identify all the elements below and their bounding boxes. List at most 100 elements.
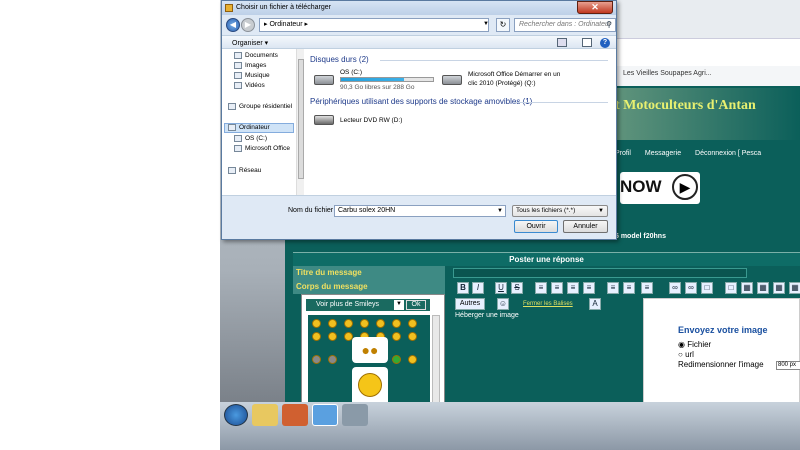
message-title-input[interactable] xyxy=(453,268,747,278)
drive-q-name-line2: clic 2010 (Protégé) (Q:) xyxy=(468,80,536,87)
tree-item-homegroup[interactable]: Groupe résidentiel xyxy=(228,102,292,112)
resize-select[interactable]: 800 px xyxy=(776,361,800,370)
tree-scrollbar[interactable] xyxy=(296,49,304,195)
bold-button[interactable]: B xyxy=(457,282,469,294)
smiley-icon[interactable] xyxy=(408,332,417,341)
smiley-icon[interactable] xyxy=(328,355,337,364)
extra-button[interactable]: ▦ xyxy=(789,282,800,294)
smiley-icon[interactable] xyxy=(376,319,385,328)
search-input[interactable]: Rechercher dans : Ordinateur ⚲ xyxy=(514,18,616,32)
app-taskbar-icon[interactable] xyxy=(342,404,368,426)
refresh-icon[interactable]: ↻ xyxy=(496,18,510,32)
strike-button[interactable]: S xyxy=(511,282,523,294)
view-options-icon[interactable] xyxy=(557,38,567,47)
tree-item-microsoft-office[interactable]: Microsoft Office xyxy=(234,144,290,154)
ie-taskbar-icon[interactable] xyxy=(312,404,338,426)
unlink-button[interactable]: ∞ xyxy=(685,282,697,294)
forward-icon[interactable]: ▶ xyxy=(241,18,255,32)
underline-button[interactable]: U xyxy=(495,282,507,294)
link-button[interactable]: ∞ xyxy=(669,282,681,294)
organiser-menu[interactable]: Organiser ▾ xyxy=(232,39,268,47)
back-icon[interactable]: ◀ xyxy=(226,18,240,32)
radio-url[interactable]: ○ url xyxy=(678,350,694,359)
tv-smiley-icon[interactable]: ●● xyxy=(352,337,388,363)
drive-icon xyxy=(234,144,242,152)
drive-office-q[interactable]: Microsoft Office Démarrer en un clic 201… xyxy=(440,71,580,91)
tree-item-os-c[interactable]: OS (C:) xyxy=(234,134,267,144)
bullet-list-button[interactable]: ≡ xyxy=(607,282,619,294)
tree-item-reseau[interactable]: Réseau xyxy=(228,166,261,176)
smiley-icon[interactable] xyxy=(392,332,401,341)
smileys-selector[interactable]: Voir plus de Smileys ▼ Ok xyxy=(306,299,430,311)
address-bar[interactable]: ▸ Ordinateur ▸ xyxy=(259,18,489,32)
more-button[interactable]: ▦ xyxy=(773,282,785,294)
smiley-scrollbar[interactable] xyxy=(432,315,440,413)
host-image-link[interactable]: Héberger une image xyxy=(455,312,519,319)
radio-fichier[interactable]: ◉ Fichier xyxy=(678,340,711,349)
explorer-taskbar-icon[interactable] xyxy=(252,404,278,426)
drive-os-c[interactable]: OS (C:) 90,3 Go libres sur 288 Go xyxy=(312,69,442,93)
now-banner-button[interactable]: NOW ▶ xyxy=(620,172,700,204)
table-button[interactable]: ▦ xyxy=(741,282,753,294)
favorite-link[interactable]: Les Vieilles Soupapes Agri... xyxy=(623,70,712,77)
smiley-icon[interactable] xyxy=(344,319,353,328)
autres-button[interactable]: Autres xyxy=(455,298,485,310)
smiley-icon[interactable] xyxy=(392,319,401,328)
help-icon[interactable]: ? xyxy=(600,38,610,48)
cancel-button[interactable]: Annuler xyxy=(563,220,608,233)
tree-item-images[interactable]: Images xyxy=(234,61,266,71)
media-player-taskbar-icon[interactable] xyxy=(282,404,308,426)
font-size-button[interactable]: A xyxy=(589,298,601,310)
emoji-button[interactable]: ☺ xyxy=(497,298,509,310)
drive-c-usage-fill xyxy=(341,78,405,81)
smiley-icon[interactable] xyxy=(328,319,337,328)
group-removable[interactable]: Périphériques utilisant des supports de … xyxy=(310,97,532,106)
quote-button[interactable]: ≡ xyxy=(641,282,653,294)
smiley-icon[interactable] xyxy=(312,319,321,328)
smileys-ok-button[interactable]: Ok xyxy=(406,300,426,310)
message-title-label: Titre du message xyxy=(293,266,445,280)
tree-item-label: OS (C:) xyxy=(245,135,268,142)
smiley-icon[interactable] xyxy=(360,319,369,328)
tree-item-ordinateur[interactable]: Ordinateur xyxy=(228,123,270,133)
media-button[interactable]: □ xyxy=(725,282,737,294)
filename-input[interactable]: Carbu solex 20HN ▼ xyxy=(334,205,506,217)
message-editor[interactable]: B I U S ≡ ≡ ≡ ≡ ≡ ≡ ≡ ∞ ∞ □ □ ▦ ▦ ▦ ▦ Au… xyxy=(453,280,800,416)
drive-dvd[interactable]: Lecteur DVD RW (D:) xyxy=(312,111,432,131)
close-button[interactable]: ✕ xyxy=(577,1,613,14)
align-center-button[interactable]: ≡ xyxy=(551,282,563,294)
close-tags-link[interactable]: Fermer les Balises xyxy=(523,301,573,307)
smiley-icon[interactable] xyxy=(408,319,417,328)
image-button[interactable]: □ xyxy=(701,282,713,294)
align-left-button[interactable]: ≡ xyxy=(535,282,547,294)
command-bar: Organiser ▾ ? xyxy=(222,35,616,49)
open-button[interactable]: Ouvrir xyxy=(514,220,558,233)
tree-item-videos[interactable]: Vidéos xyxy=(234,81,265,91)
smiley-icon[interactable] xyxy=(328,332,337,341)
nav-deconnexion[interactable]: Déconnexion [ Pesca xyxy=(695,150,761,157)
nav-profil[interactable]: Profil xyxy=(615,150,631,157)
align-right-button[interactable]: ≡ xyxy=(567,282,579,294)
nav-messagerie[interactable]: Messagerie xyxy=(645,150,681,157)
italic-button[interactable]: I xyxy=(472,282,484,294)
smiley-icon[interactable] xyxy=(312,332,321,341)
numbered-list-button[interactable]: ≡ xyxy=(623,282,635,294)
chevron-down-icon[interactable]: ▼ xyxy=(394,300,404,310)
justify-button[interactable]: ≡ xyxy=(583,282,595,294)
smiley-icon[interactable] xyxy=(312,355,321,364)
tree-item-label: Images xyxy=(245,62,267,69)
group-hard-disks[interactable]: Disques durs (2) xyxy=(310,55,369,64)
search-icon[interactable]: ⚲ xyxy=(606,19,612,31)
preview-pane-icon[interactable] xyxy=(582,38,592,47)
chevron-down-icon[interactable]: ▼ xyxy=(497,206,503,216)
taskbar xyxy=(220,402,800,450)
dialog-titlebar[interactable]: Choisir un fichier à télécharger ✕ xyxy=(222,1,616,15)
smiley-icon[interactable] xyxy=(408,355,417,364)
tree-item-documents[interactable]: Documents xyxy=(234,51,278,61)
start-button[interactable] xyxy=(224,404,248,426)
code-button[interactable]: ▦ xyxy=(757,282,769,294)
smiley-icon[interactable] xyxy=(392,355,401,364)
filetype-select[interactable]: Tous les fichiers (*.*) ▼ xyxy=(512,205,608,217)
chevron-down-icon[interactable]: ▼ xyxy=(481,18,491,32)
tree-item-musique[interactable]: Musique xyxy=(234,71,270,81)
